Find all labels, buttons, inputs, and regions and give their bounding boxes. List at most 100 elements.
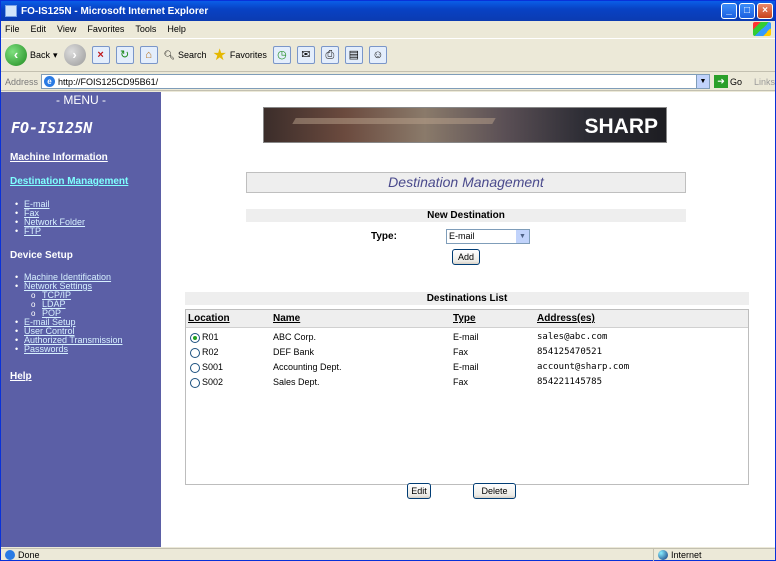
device-setup-submenu: Machine Identification Network Settings — [1, 273, 161, 292]
menu-heading: - MENU - — [56, 93, 106, 107]
destinations-list-heading: Destinations List — [185, 292, 749, 305]
menu-edit[interactable]: Edit — [31, 24, 47, 34]
refresh-icon[interactable]: ↻ — [115, 46, 134, 64]
go-button[interactable]: ➜ Go — [713, 75, 742, 88]
search-button[interactable]: 🔍︎ Search — [164, 50, 207, 61]
close-button[interactable]: × — [757, 3, 773, 19]
internet-globe-icon — [658, 550, 668, 560]
address-cell: sales@abc.com — [537, 332, 608, 342]
history-icon[interactable]: ◷ — [272, 46, 291, 64]
location-cell[interactable]: R02 — [190, 347, 219, 358]
destination-submenu: E-mail Fax Network Folder FTP — [1, 200, 161, 237]
sharp-banner: SHARP — [263, 107, 667, 143]
sidebar-item-passwords[interactable]: Passwords — [15, 345, 161, 355]
device-setup-submenu-2: E-mail Setup User Control Authorized Tra… — [1, 318, 161, 355]
browser-window: FO-IS125N - Microsoft Internet Explorer … — [0, 0, 776, 561]
menu-view[interactable]: View — [57, 24, 76, 34]
maximize-button[interactable]: □ — [739, 3, 755, 19]
edit-button[interactable]: Edit — [407, 483, 431, 499]
sidebar-machine-information[interactable]: Machine Information — [1, 152, 161, 163]
favorites-label: Favorites — [229, 50, 267, 60]
sidebar-destination-management[interactable]: Destination Management — [1, 176, 161, 187]
banner-graphic — [292, 118, 496, 124]
main-panel: SHARP Destination Management New Destina… — [161, 92, 775, 547]
page-done-icon — [5, 549, 15, 560]
add-button[interactable]: Add — [452, 249, 480, 265]
mail-icon[interactable]: ✉ — [296, 46, 315, 64]
sidebar: - MENU - FO-IS125N Machine Information D… — [1, 92, 161, 547]
table-row: R02 DEF Bank Fax 854125470521 — [186, 347, 748, 361]
menu-help[interactable]: Help — [167, 24, 186, 34]
go-arrow-icon: ➜ — [713, 75, 728, 88]
location-label: S001 — [202, 362, 224, 372]
menu-favorites[interactable]: Favorites — [87, 24, 124, 34]
sidebar-help[interactable]: Help — [1, 371, 161, 382]
column-name[interactable]: Name — [273, 313, 300, 324]
minimize-button[interactable]: _ — [721, 3, 737, 19]
address-bar: Address e http://FOIS125CD95B61/ ▼ ➜ Go … — [1, 73, 775, 91]
destinations-list: Location Name Type Address(es) R01 ABC C… — [185, 309, 749, 485]
location-radio[interactable] — [190, 347, 200, 358]
print-icon[interactable]: ⎙ — [320, 46, 339, 64]
table-row: R01 ABC Corp. E-mail sales@abc.com — [186, 332, 748, 346]
page-title: Destination Management — [246, 172, 686, 193]
address-field[interactable]: e http://FOIS125CD95B61/ ▼ — [41, 74, 710, 89]
menu-file[interactable]: File — [5, 24, 20, 34]
address-dropdown-icon[interactable]: ▼ — [695, 75, 709, 88]
forward-arrow-icon[interactable]: › — [63, 44, 86, 66]
name-cell: Accounting Dept. — [273, 362, 342, 372]
sidebar-item-ftp[interactable]: FTP — [15, 227, 161, 237]
edit-page-icon[interactable]: ▤ — [344, 46, 363, 64]
sidebar-item-network-settings[interactable]: Network Settings — [15, 282, 161, 292]
device-setup-heading: Device Setup — [10, 250, 73, 261]
type-cell: E-mail — [453, 362, 479, 372]
location-label: R02 — [202, 347, 219, 357]
list-header-row: Location Name Type Address(es) — [186, 310, 748, 328]
type-label: Type: — [371, 231, 397, 242]
stop-icon[interactable]: × — [91, 46, 110, 64]
column-type[interactable]: Type — [453, 313, 476, 324]
page-icon: e — [44, 76, 56, 87]
location-radio[interactable] — [190, 332, 200, 343]
location-radio[interactable] — [190, 377, 200, 388]
zone-label: Internet — [671, 550, 702, 560]
links-label[interactable]: Links — [754, 77, 775, 87]
menu-bar: File Edit View Favorites Tools Help — [1, 21, 775, 37]
back-dropdown-icon[interactable]: ▾ — [53, 50, 58, 61]
type-select[interactable]: E-mail ▼ — [446, 229, 530, 244]
model-name: FO-IS125N — [11, 119, 93, 137]
security-zone: Internet — [653, 549, 702, 561]
delete-button[interactable]: Delete — [473, 483, 516, 499]
network-submenu: TCP/IP LDAP POP — [1, 291, 161, 319]
ie-app-icon — [5, 5, 17, 17]
back-label: Back — [30, 50, 51, 60]
table-row: S002 Sales Dept. Fax 854221145785 — [186, 377, 748, 391]
location-cell[interactable]: S002 — [190, 377, 223, 388]
title-bar: FO-IS125N - Microsoft Internet Explorer … — [1, 1, 775, 21]
type-cell: Fax — [453, 377, 469, 387]
search-icon: 🔍︎ — [163, 49, 175, 60]
address-label: Address — [5, 76, 39, 87]
type-select-value: E-mail — [449, 231, 475, 241]
toolbar: ‹ Back ▾ › × ↻ ⌂ 🔍︎ Search ★ Favorites ◷… — [1, 38, 775, 72]
status-text: Done — [18, 549, 40, 560]
home-icon[interactable]: ⌂ — [139, 46, 158, 64]
type-dropdown-icon[interactable]: ▼ — [516, 230, 529, 243]
back-button[interactable]: ‹ Back ▾ — [5, 44, 58, 66]
location-cell[interactable]: R01 — [190, 332, 219, 343]
favorites-button[interactable]: ★ Favorites — [213, 45, 267, 65]
messenger-icon[interactable]: ☺ — [368, 46, 387, 64]
address-cell: 854125470521 — [537, 347, 603, 357]
menu-tools[interactable]: Tools — [135, 24, 156, 34]
window-title: FO-IS125N - Microsoft Internet Explorer — [21, 5, 209, 17]
table-row: S001 Accounting Dept. E-mail account@sha… — [186, 362, 748, 376]
address-url: http://FOIS125CD95B61/ — [58, 76, 159, 87]
column-location[interactable]: Location — [188, 313, 230, 324]
address-cell: account@sharp.com — [537, 362, 630, 372]
page-content: - MENU - FO-IS125N Machine Information D… — [1, 92, 775, 547]
sharp-logo: SHARP — [584, 115, 658, 138]
search-label: Search — [177, 50, 207, 60]
location-cell[interactable]: S001 — [190, 362, 223, 373]
location-radio[interactable] — [190, 362, 200, 373]
column-addresses[interactable]: Address(es) — [537, 313, 595, 324]
